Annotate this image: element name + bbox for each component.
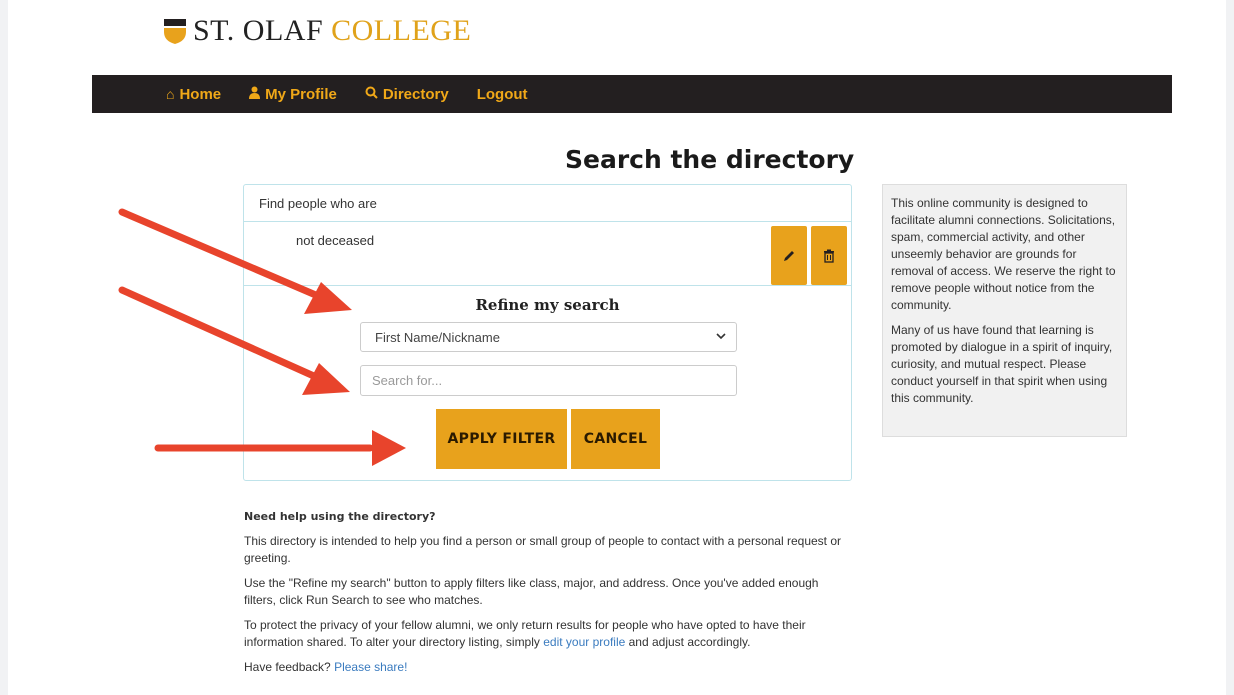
edit-profile-link[interactable]: edit your profile bbox=[543, 635, 625, 649]
community-note: This online community is designed to fac… bbox=[882, 184, 1127, 437]
main-navbar: ⌂ Home My Profile Directory Logout bbox=[92, 75, 1172, 113]
nav-directory-label: Directory bbox=[382, 85, 449, 103]
nav-directory[interactable]: Directory bbox=[365, 86, 449, 103]
search-icon bbox=[365, 86, 378, 102]
apply-filter-button[interactable]: APPLY FILTER bbox=[436, 409, 567, 469]
search-card: Find people who are not deceased Refine … bbox=[243, 184, 852, 481]
help-paragraph-4: Have feedback? Please share! bbox=[244, 659, 844, 676]
chevron-down-icon bbox=[716, 333, 726, 340]
search-input[interactable] bbox=[360, 365, 737, 396]
nav-home-label: Home bbox=[179, 85, 222, 103]
card-header: Find people who are bbox=[244, 185, 851, 222]
nav-home[interactable]: ⌂ Home bbox=[166, 86, 221, 103]
field-select[interactable]: First Name/Nickname bbox=[360, 322, 737, 352]
nav-logout-label: Logout bbox=[476, 85, 528, 103]
cancel-button[interactable]: CANCEL bbox=[571, 409, 660, 469]
logo-name: ST. OLAF bbox=[193, 14, 324, 47]
feedback-link[interactable]: Please share! bbox=[334, 660, 407, 674]
help-paragraph-2: Use the "Refine my search" button to app… bbox=[244, 576, 819, 607]
nav-logout[interactable]: Logout bbox=[477, 86, 528, 103]
trash-icon bbox=[824, 249, 834, 263]
refine-heading: Refine my search bbox=[475, 296, 620, 314]
note-paragraph-2: Many of us have found that learning is p… bbox=[891, 323, 1113, 405]
help-heading: Need help using the directory? bbox=[244, 510, 436, 523]
logo-college: COLLEGE bbox=[331, 14, 472, 47]
help-paragraph-3: To protect the privacy of your fellow al… bbox=[244, 617, 844, 651]
help-p3-text-end: and adjust accordingly. bbox=[625, 635, 751, 649]
shield-logo-icon bbox=[164, 19, 186, 44]
help-section: Need help using the directory? This dire… bbox=[244, 508, 844, 684]
page-title: Search the directory bbox=[565, 145, 855, 174]
field-select-value: First Name/Nickname bbox=[375, 330, 500, 345]
nav-my-profile-label: My Profile bbox=[265, 85, 337, 103]
help-p4-text: Have feedback? bbox=[244, 660, 335, 674]
pencil-icon bbox=[784, 250, 794, 261]
home-icon: ⌂ bbox=[166, 86, 175, 102]
college-logo[interactable]: ST. OLAF COLLEGE bbox=[163, 14, 471, 48]
filter-criteria-row: not deceased bbox=[244, 222, 851, 286]
criteria-text: not deceased bbox=[296, 233, 375, 248]
help-paragraph-1: This directory is intended to help you f… bbox=[244, 534, 842, 565]
delete-filter-button[interactable] bbox=[811, 226, 847, 285]
user-icon bbox=[249, 86, 261, 102]
edit-filter-button[interactable] bbox=[771, 226, 807, 285]
note-paragraph-1: This online community is designed to fac… bbox=[891, 196, 1116, 312]
nav-my-profile[interactable]: My Profile bbox=[249, 86, 337, 103]
